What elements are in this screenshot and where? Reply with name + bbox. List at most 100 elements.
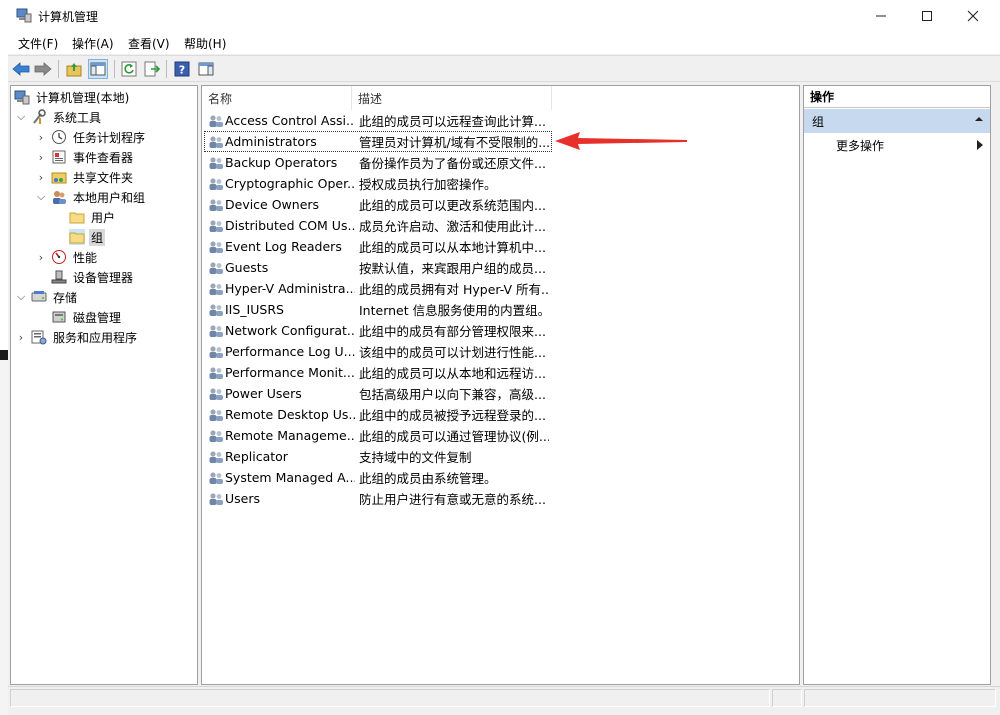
group-icon bbox=[208, 134, 224, 150]
table-row[interactable]: Backup Operators 备份操作员为了备份或还原文件... bbox=[204, 152, 552, 173]
table-row[interactable]: Administrators 管理员对计算机/域有不受限制的... bbox=[204, 131, 552, 152]
table-row[interactable]: Power Users 包括高级用户以向下兼容，高级... bbox=[204, 383, 552, 404]
table-row[interactable]: IIS_IUSRS Internet 信息服务使用的内置组。 bbox=[204, 299, 552, 320]
tree-node-local-users-groups[interactable]: ⌵ 本地用户和组 bbox=[34, 187, 147, 207]
toolbar-separator bbox=[58, 60, 59, 78]
tree-node-services-apps[interactable]: › 服务和应用程序 bbox=[14, 327, 139, 347]
table-row[interactable]: Network Configurat... 此组中的成员有部分管理权限来... bbox=[204, 320, 552, 341]
chevron-down-icon[interactable]: ⌵ bbox=[34, 190, 48, 204]
group-description: 此组的成员可以更改系统范围内... bbox=[359, 198, 546, 213]
shared-folder-icon bbox=[51, 169, 67, 185]
tree-label: 共享文件夹 bbox=[73, 170, 134, 185]
export-list-icon[interactable] bbox=[142, 59, 162, 79]
status-segment bbox=[10, 689, 770, 707]
tree-node-performance[interactable]: › 性能 bbox=[34, 247, 99, 267]
table-row[interactable]: Remote Desktop Us... 此组中的成员被授予远程登录的... bbox=[204, 404, 552, 425]
menu-view[interactable]: 查看(V) bbox=[128, 35, 170, 52]
tree-node-disk-management[interactable]: 磁盘管理 bbox=[51, 307, 123, 327]
toolbar-separator bbox=[166, 60, 167, 78]
chevron-right-icon[interactable]: › bbox=[34, 170, 48, 184]
group-description: 包括高级用户以向下兼容，高级... bbox=[359, 387, 546, 402]
table-row[interactable]: Access Control Assi... 此组的成员可以远程查询此计算... bbox=[204, 110, 552, 131]
more-actions-item[interactable]: 更多操作 bbox=[836, 137, 884, 154]
tree-node-groups[interactable]: 组 bbox=[69, 227, 106, 247]
performance-icon bbox=[51, 249, 67, 265]
group-icon bbox=[208, 407, 224, 423]
chevron-right-icon[interactable]: › bbox=[34, 130, 48, 144]
up-folder-icon[interactable] bbox=[64, 59, 84, 79]
title-bar[interactable]: 计算机管理 bbox=[8, 0, 1000, 32]
group-name: Distributed COM Us... bbox=[225, 218, 355, 233]
tree-node-task-scheduler[interactable]: › 任务计划程序 bbox=[34, 127, 147, 147]
table-row[interactable]: Replicator 支持域中的文件复制 bbox=[204, 446, 552, 467]
group-name: System Managed A... bbox=[225, 470, 355, 485]
tree-node-root[interactable]: 计算机管理(本地) bbox=[14, 87, 131, 107]
tree-label: 计算机管理(本地) bbox=[36, 90, 130, 105]
close-button[interactable] bbox=[950, 0, 996, 32]
group-description: 管理员对计算机/域有不受限制的... bbox=[359, 135, 549, 150]
column-header-description[interactable]: 描述 bbox=[352, 86, 552, 110]
tree-node-users[interactable]: 用户 bbox=[69, 207, 117, 227]
tree-node-storage[interactable]: ⌵ 存储 bbox=[14, 287, 79, 307]
show-hide-action-pane-icon[interactable] bbox=[196, 59, 216, 79]
group-name: Cryptographic Oper... bbox=[225, 176, 355, 191]
tree-node-system-tools[interactable]: ⌵ 系统工具 bbox=[14, 107, 103, 127]
menu-action[interactable]: 操作(A) bbox=[72, 35, 114, 52]
table-row[interactable]: Device Owners 此组的成员可以更改系统范围内... bbox=[204, 194, 552, 215]
menu-file[interactable]: 文件(F) bbox=[18, 35, 58, 52]
chevron-right-icon[interactable]: › bbox=[34, 150, 48, 164]
table-row[interactable]: Remote Manageme... 此组的成员可以通过管理协议(例... bbox=[204, 425, 552, 446]
chevron-down-icon[interactable]: ⌵ bbox=[14, 290, 28, 304]
back-arrow-icon[interactable] bbox=[11, 59, 31, 79]
table-row[interactable]: Users 防止用户进行有意或无意的系统... bbox=[204, 488, 552, 509]
table-row[interactable]: Performance Log U... 该组中的成员可以计划进行性能... bbox=[204, 341, 552, 362]
tree-node-device-manager[interactable]: 设备管理器 bbox=[51, 267, 135, 287]
minimize-button[interactable] bbox=[858, 0, 904, 32]
group-icon bbox=[208, 470, 224, 486]
group-icon bbox=[208, 323, 224, 339]
collapse-up-icon[interactable] bbox=[974, 114, 984, 124]
tree-label: 组 bbox=[89, 228, 106, 246]
tree-label: 存储 bbox=[53, 290, 78, 305]
chevron-down-icon[interactable]: ⌵ bbox=[14, 110, 28, 124]
table-row[interactable]: System Managed A... 此组的成员由系统管理。 bbox=[204, 467, 552, 488]
table-row[interactable]: Event Log Readers 此组的成员可以从本地计算机中... bbox=[204, 236, 552, 257]
group-name: Performance Log U... bbox=[225, 344, 355, 359]
maximize-button[interactable] bbox=[904, 0, 950, 32]
computer-management-icon bbox=[16, 7, 32, 23]
toolbar-separator bbox=[114, 60, 115, 78]
table-row[interactable]: Hyper-V Administra... 此组的成员拥有对 Hyper-V 所有… bbox=[204, 278, 552, 299]
forward-arrow-icon[interactable] bbox=[33, 59, 53, 79]
table-row[interactable]: Cryptographic Oper... 授权成员执行加密操作。 bbox=[204, 173, 552, 194]
table-row[interactable]: Distributed COM Us... 成员允许启动、激活和使用此计... bbox=[204, 215, 552, 236]
chevron-right-icon[interactable]: › bbox=[34, 250, 48, 264]
disk-icon bbox=[51, 309, 67, 325]
tree-node-event-viewer[interactable]: › 事件查看器 bbox=[34, 147, 135, 167]
group-description: 备份操作员为了备份或还原文件... bbox=[359, 156, 546, 171]
group-name: Backup Operators bbox=[225, 155, 338, 170]
table-row[interactable]: Guests 按默认值，来宾跟用户组的成员... bbox=[204, 257, 552, 278]
refresh-icon[interactable] bbox=[119, 59, 139, 79]
group-name: Users bbox=[225, 491, 261, 506]
tree-label: 任务计划程序 bbox=[73, 130, 146, 145]
menu-help[interactable]: 帮助(H) bbox=[184, 35, 226, 52]
group-icon bbox=[208, 197, 224, 213]
window-title: 计算机管理 bbox=[38, 10, 99, 24]
group-icon bbox=[208, 113, 224, 129]
group-description: 此组的成员可以通过管理协议(例... bbox=[359, 429, 549, 444]
help-icon[interactable]: ? bbox=[172, 59, 192, 79]
table-row[interactable]: Performance Monit... 此组的成员可以从本地和远程访... bbox=[204, 362, 552, 383]
tree-label: 磁盘管理 bbox=[73, 310, 122, 325]
show-hide-tree-icon[interactable] bbox=[88, 59, 108, 79]
tree-node-shared-folders[interactable]: › 共享文件夹 bbox=[34, 167, 135, 187]
group-icon bbox=[208, 260, 224, 276]
chevron-right-icon[interactable]: › bbox=[14, 330, 28, 344]
status-bar bbox=[8, 686, 1000, 708]
group-description: 按默认值，来宾跟用户组的成员... bbox=[359, 261, 546, 276]
column-header-name[interactable]: 名称 bbox=[202, 86, 352, 110]
group-name: Guests bbox=[225, 260, 269, 275]
actions-group-header[interactable]: 组 bbox=[804, 109, 990, 133]
tools-icon bbox=[31, 109, 47, 125]
group-description: 此组的成员可以远程查询此计算... bbox=[359, 114, 546, 129]
tree-label: 服务和应用程序 bbox=[53, 330, 138, 345]
